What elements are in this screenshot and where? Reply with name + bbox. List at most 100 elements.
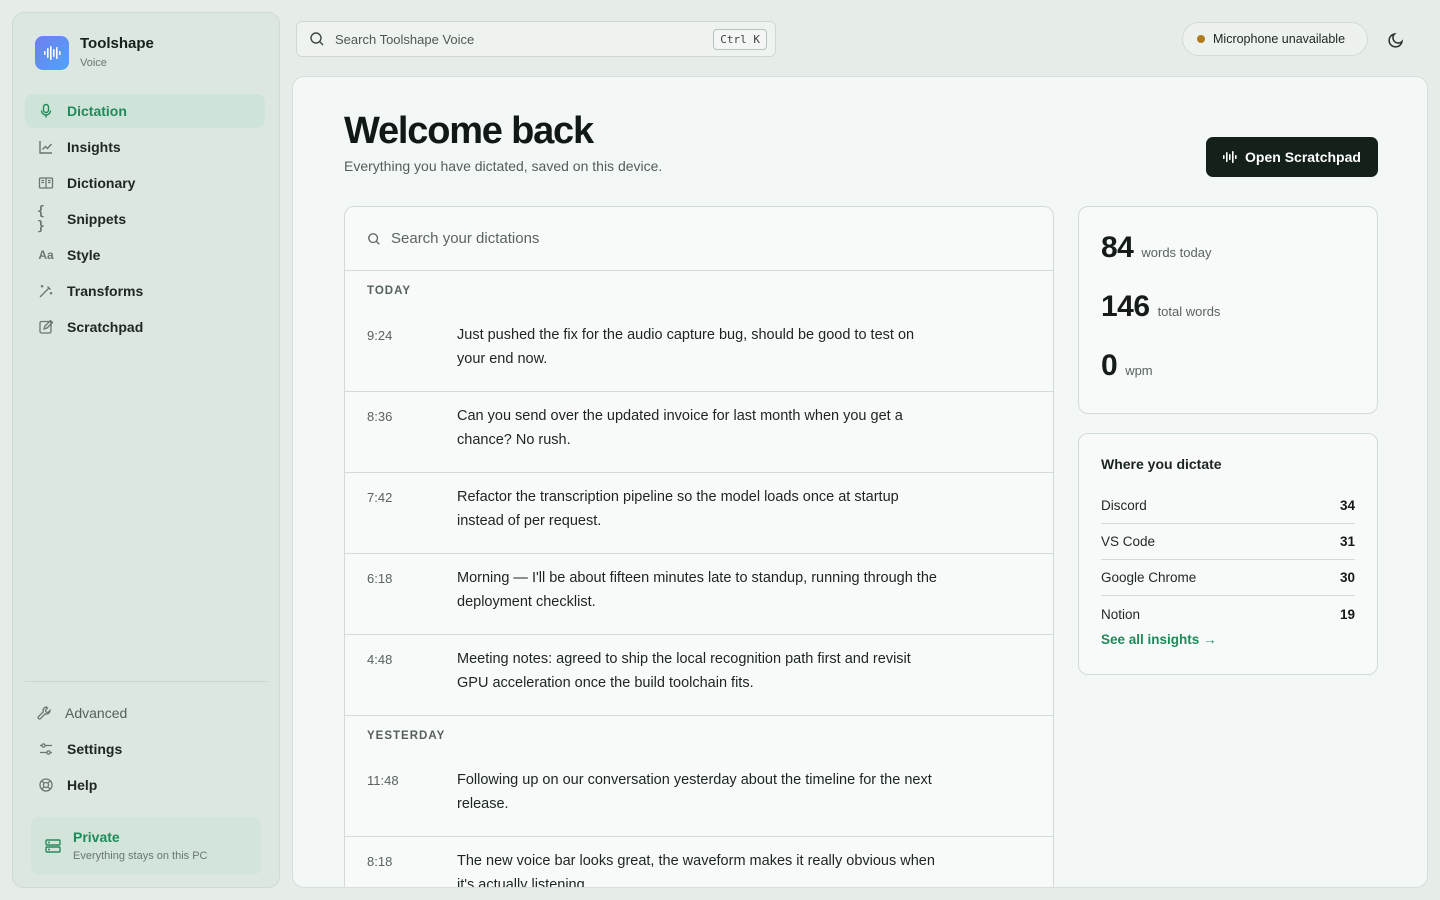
privacy-title: Private bbox=[73, 829, 120, 845]
app-count: 31 bbox=[1339, 534, 1355, 549]
status-dot-icon bbox=[1197, 35, 1205, 43]
nav-item-label: Advanced bbox=[65, 705, 128, 721]
stats-card: 84 words today 146 total words 0 wpm bbox=[1078, 206, 1378, 414]
app-count: 19 bbox=[1339, 606, 1355, 622]
dictation-search-input[interactable]: Search your dictations bbox=[345, 207, 1053, 271]
waveform-logo-icon bbox=[35, 36, 69, 70]
dictation-entry[interactable]: 8:18 The new voice bar looks great, the … bbox=[345, 837, 1053, 887]
nav-item-snippets[interactable]: { } Snippets bbox=[25, 202, 265, 236]
app-name: Discord bbox=[1101, 498, 1147, 513]
nav-item-label: Help bbox=[67, 777, 98, 793]
see-all-insights-link[interactable]: See all insights → bbox=[1101, 632, 1217, 647]
microphone-status-badge[interactable]: Microphone unavailable bbox=[1182, 22, 1368, 56]
lifebuoy-icon bbox=[37, 776, 55, 794]
microphone-icon bbox=[37, 102, 55, 120]
open-scratchpad-button[interactable]: Open Scratchpad bbox=[1206, 137, 1378, 177]
entry-time: 7:42 bbox=[367, 490, 393, 505]
app-usage-row: Google Chrome 30 bbox=[1101, 560, 1355, 596]
privacy-card: Private Everything stays on this PC bbox=[31, 817, 261, 875]
app-usage-list: Discord 34 VS Code 31 Google Chrome 30 N… bbox=[1101, 488, 1355, 632]
dictation-list-panel: Search your dictations TODAY 9:24 Just p… bbox=[344, 206, 1054, 887]
nav-item-label: Settings bbox=[67, 741, 123, 757]
main-panel: Welcome back Everything you have dictate… bbox=[292, 76, 1428, 888]
app-count: 34 bbox=[1339, 498, 1355, 513]
wrench-icon bbox=[35, 704, 53, 722]
nav-item-style[interactable]: Aa Style bbox=[25, 238, 265, 272]
microphone-status-text: Microphone unavailable bbox=[1213, 32, 1346, 46]
nav-item-insights[interactable]: Insights bbox=[25, 130, 265, 164]
brand-name: Toolshape bbox=[80, 35, 154, 52]
search-icon bbox=[309, 31, 325, 47]
dictation-entry[interactable]: 4:48 Meeting notes: agreed to ship the l… bbox=[345, 635, 1053, 716]
privacy-subtitle: Everything stays on this PC bbox=[73, 850, 208, 862]
nav-item-label: Scratchpad bbox=[67, 319, 144, 335]
magic-wand-icon bbox=[37, 282, 55, 300]
text-style-icon: Aa bbox=[38, 248, 54, 262]
nav-item-dictionary[interactable]: Dictionary bbox=[25, 166, 265, 200]
search-placeholder: Search Toolshape Voice bbox=[335, 31, 475, 47]
stat-words-today: 84 words today bbox=[1101, 231, 1211, 265]
app-usage-row: Discord 34 bbox=[1101, 488, 1355, 524]
where-you-dictate-card: Where you dictate Discord 34 VS Code 31 … bbox=[1078, 433, 1378, 675]
stat-value: 146 bbox=[1101, 290, 1150, 323]
global-search-input[interactable]: Search Toolshape Voice Ctrl K bbox=[296, 21, 776, 57]
server-icon bbox=[43, 836, 63, 856]
main-nav: Dictation Insights Dictionary { } Snippe… bbox=[25, 94, 265, 346]
sidebar-divider bbox=[25, 681, 267, 682]
entry-text: Morning — I'll be about fifteen minutes … bbox=[457, 570, 937, 610]
chart-line-icon bbox=[37, 138, 55, 156]
app-usage-row: VS Code 31 bbox=[1101, 524, 1355, 560]
sliders-icon bbox=[37, 740, 55, 758]
nav-item-help[interactable]: Help bbox=[25, 768, 265, 802]
app-usage-row: Notion 19 bbox=[1101, 596, 1355, 632]
nav-item-label: Snippets bbox=[67, 211, 127, 227]
nav-item-label: Insights bbox=[67, 139, 121, 155]
dictation-entry[interactable]: 7:42 Refactor the transcription pipeline… bbox=[345, 473, 1053, 554]
stat-label: wpm bbox=[1125, 363, 1153, 378]
nav-item-advanced[interactable]: Advanced bbox=[25, 696, 265, 730]
group-label-yesterday: YESTERDAY bbox=[367, 730, 446, 742]
dictation-entry[interactable]: 11:48 Following up on our conversation y… bbox=[345, 756, 1053, 837]
stat-value: 0 bbox=[1101, 349, 1118, 382]
dictation-entry[interactable]: 6:18 Morning — I'll be about fifteen min… bbox=[345, 554, 1053, 635]
book-icon bbox=[37, 174, 55, 192]
theme-toggle-button[interactable] bbox=[1384, 28, 1408, 52]
keyboard-shortcut: Ctrl K bbox=[713, 29, 767, 50]
app-count: 30 bbox=[1339, 570, 1355, 585]
stat-value: 84 bbox=[1101, 231, 1134, 264]
dictation-entry[interactable]: 8:36 Can you send over the updated invoi… bbox=[345, 392, 1053, 473]
app-name: Notion bbox=[1101, 606, 1141, 622]
entry-text: Meeting notes: agreed to ship the local … bbox=[457, 651, 911, 691]
entry-time: 9:24 bbox=[367, 328, 393, 343]
nav-item-label: Style bbox=[67, 247, 101, 263]
entry-text: Refactor the transcription pipeline so t… bbox=[457, 489, 899, 529]
moon-icon bbox=[1387, 31, 1405, 49]
sidebar: Toolshape Voice Dictation Insights Dicti… bbox=[12, 12, 280, 888]
brand[interactable]: Toolshape Voice bbox=[35, 35, 154, 71]
entry-time: 4:48 bbox=[367, 652, 393, 667]
nav-item-label: Dictation bbox=[67, 103, 127, 119]
dictation-search-placeholder: Search your dictations bbox=[391, 230, 540, 247]
stat-label: total words bbox=[1157, 304, 1221, 319]
open-scratchpad-label: Open Scratchpad bbox=[1245, 149, 1361, 165]
braces-icon: { } bbox=[37, 204, 45, 234]
dictation-entry[interactable]: 9:24 Just pushed the fix for the audio c… bbox=[345, 311, 1053, 392]
nav-item-dictation[interactable]: Dictation bbox=[25, 94, 265, 128]
page-subtitle: Everything you have dictated, saved on t… bbox=[344, 158, 663, 174]
waveform-icon bbox=[1223, 151, 1237, 163]
entry-text: Just pushed the fix for the audio captur… bbox=[457, 327, 915, 367]
stat-label: words today bbox=[1141, 245, 1212, 260]
entry-time: 11:48 bbox=[367, 773, 399, 788]
nav-item-scratchpad[interactable]: Scratchpad bbox=[25, 310, 265, 344]
entry-time: 8:18 bbox=[367, 854, 393, 869]
page-title: Welcome back bbox=[344, 110, 594, 152]
nav-item-label: Dictionary bbox=[67, 175, 136, 191]
app-name: Google Chrome bbox=[1101, 570, 1197, 585]
nav-item-settings[interactable]: Settings bbox=[25, 732, 265, 766]
nav-item-label: Transforms bbox=[67, 283, 144, 299]
entry-text: Following up on our conversation yesterd… bbox=[457, 772, 932, 812]
nav-item-transforms[interactable]: Transforms bbox=[25, 274, 265, 308]
entry-time: 6:18 bbox=[367, 571, 393, 586]
stat-total-words: 146 total words bbox=[1101, 290, 1220, 324]
app-name: VS Code bbox=[1101, 534, 1156, 549]
